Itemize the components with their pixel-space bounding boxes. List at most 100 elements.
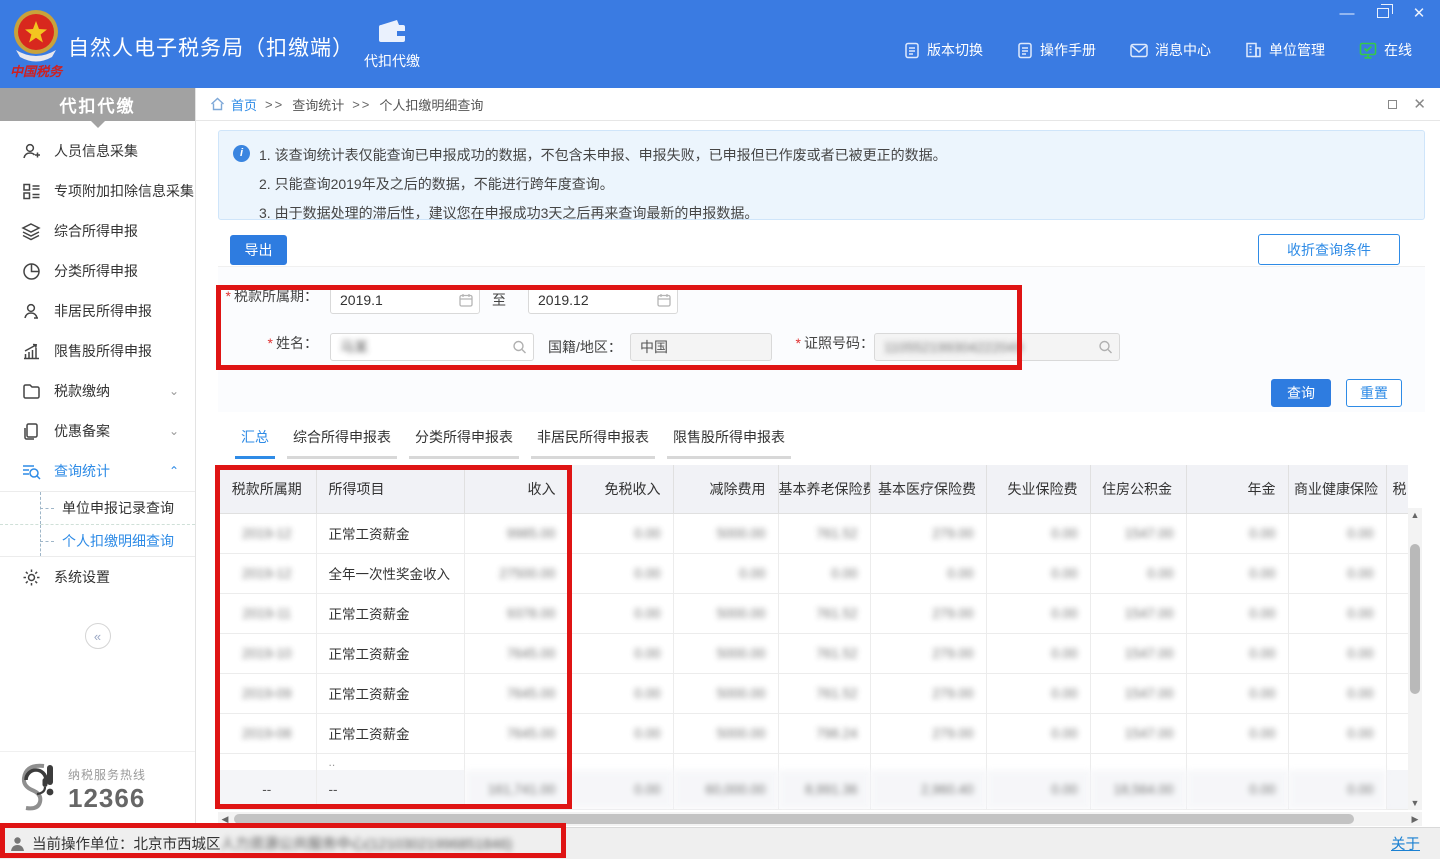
status-bar: 当前操作单位： 北京市西城区 人力资源公共服务中心(12103021996851… bbox=[0, 827, 1440, 859]
tab-comprehensive[interactable]: 综合所得申报表 bbox=[287, 427, 397, 459]
breadcrumb-home[interactable]: 首页 bbox=[231, 95, 257, 114]
table-row[interactable]: 2019-12 全年一次性奖金收入 27500.00 0.00 0.00 0.0… bbox=[218, 553, 1408, 593]
result-tabs: 汇总 综合所得申报表 分类所得申报表 非居民所得申报表 限售股所得申报表 bbox=[235, 427, 791, 459]
scroll-left-arrow[interactable]: ◀ bbox=[218, 812, 232, 826]
cell-value bbox=[673, 753, 778, 770]
query-button[interactable]: 查询 bbox=[1271, 379, 1331, 407]
version-switch-button[interactable]: 版本切换 bbox=[904, 40, 983, 60]
period-from-input[interactable]: 2019.1 bbox=[330, 286, 480, 314]
notice-line: 1. 该查询统计表仅能查询已申报成功的数据，不包含未申报、申报失败，已申报但已作… bbox=[259, 141, 1408, 170]
sidebar-item-personnel-info[interactable]: 人员信息采集 bbox=[0, 131, 195, 171]
sidebar-item-label: 系统设置 bbox=[54, 567, 110, 587]
cell-value: 7645.00 bbox=[464, 713, 568, 753]
cell-item: -- bbox=[316, 770, 464, 809]
maximize-panel-icon[interactable] bbox=[1388, 100, 1397, 109]
scroll-up-arrow[interactable]: ▲ bbox=[1408, 508, 1422, 522]
period-to-input[interactable]: 2019.12 bbox=[528, 286, 678, 314]
sidebar-item-label: 限售股所得申报 bbox=[54, 341, 152, 361]
table-row[interactable]: 2019-09 正常工资薪金 7645.00 0.00 5000.00 761.… bbox=[218, 673, 1408, 713]
hotline-logo-icon bbox=[14, 762, 60, 817]
sidebar-item-preference-filing[interactable]: 优惠备案 ⌄ bbox=[0, 411, 195, 451]
calendar-icon[interactable] bbox=[459, 293, 473, 307]
sidebar-item-query-statistics[interactable]: 查询统计 ⌃ bbox=[0, 451, 195, 491]
tab-nonresident[interactable]: 非居民所得申报表 bbox=[531, 427, 655, 459]
export-button[interactable]: 导出 bbox=[230, 235, 287, 265]
table-row[interactable]: 2019-10 正常工资薪金 7645.00 0.00 5000.00 761.… bbox=[218, 633, 1408, 673]
message-center-button[interactable]: 消息中心 bbox=[1130, 40, 1211, 60]
horizontal-scrollbar[interactable]: ◀ ▶ bbox=[218, 812, 1422, 826]
table-header-row: 税款所属期 所得项目 收入 免税收入 减除费用 基本养老保险费 基本医疗保险费 … bbox=[218, 465, 1408, 513]
window-controls: — ✕ bbox=[1336, 4, 1430, 22]
table-row[interactable]: -- -- 161,741.00 0.00 60,000.00 8,991.36… bbox=[218, 770, 1408, 809]
vertical-scrollbar[interactable]: ▲ ▼ bbox=[1408, 508, 1422, 810]
id-number-input: 110552199304222049 bbox=[874, 333, 1120, 361]
table-row[interactable]: 2019-08 正常工资薪金 7645.00 0.00 5000.00 798.… bbox=[218, 713, 1408, 753]
cell-value: 279.00 bbox=[870, 713, 986, 753]
name-input[interactable]: 马某 bbox=[330, 333, 534, 361]
cell-period: -- bbox=[218, 770, 316, 809]
pie-chart-icon bbox=[20, 260, 42, 282]
unit-management-button[interactable]: 单位管理 bbox=[1245, 40, 1325, 60]
close-panel-icon[interactable]: ✕ bbox=[1413, 95, 1426, 113]
table-row[interactable]: .. bbox=[218, 753, 1408, 770]
cell-value: 7645.00 bbox=[464, 633, 568, 673]
cell-value: 0.00 bbox=[1288, 713, 1386, 753]
cell-item: 全年一次性奖金收入 bbox=[316, 553, 464, 593]
sidebar-item-classified-income[interactable]: 分类所得申报 bbox=[0, 251, 195, 291]
cell-value: 5000.00 bbox=[673, 633, 778, 673]
online-status[interactable]: 在线 bbox=[1359, 40, 1412, 60]
query-statistics-submenu: 单位申报记录查询 个人扣缴明细查询 bbox=[0, 491, 195, 557]
sidebar-item-tax-payment[interactable]: 税款缴纳 ⌄ bbox=[0, 371, 195, 411]
manual-button[interactable]: 操作手册 bbox=[1017, 40, 1096, 60]
breadcrumb-level2: 个人扣缴明细查询 bbox=[379, 95, 483, 114]
nationality-input: 中国 bbox=[630, 333, 772, 361]
sidebar-item-special-deduction[interactable]: 专项附加扣除信息采集 bbox=[0, 171, 195, 211]
close-button[interactable]: ✕ bbox=[1408, 4, 1430, 22]
scroll-down-arrow[interactable]: ▼ bbox=[1408, 796, 1422, 810]
cell-value: 0.00 bbox=[1186, 633, 1288, 673]
sidebar-item-system-settings[interactable]: 系统设置 bbox=[0, 557, 195, 597]
sidebar-item-restricted-stock[interactable]: 限售股所得申报 bbox=[0, 331, 195, 371]
search-icon[interactable] bbox=[512, 340, 527, 355]
cell-value: 761.52 bbox=[778, 593, 870, 633]
wallet-icon bbox=[377, 31, 407, 47]
tab-summary[interactable]: 汇总 bbox=[235, 427, 275, 459]
cell-period: 2019-09 bbox=[218, 673, 316, 713]
notice-box: i 1. 该查询统计表仅能查询已申报成功的数据，不包含未申报、申报失败，已申报但… bbox=[218, 130, 1425, 220]
sidebar-item-comprehensive-income[interactable]: 综合所得申报 bbox=[0, 211, 195, 251]
cell-partial bbox=[1386, 513, 1408, 553]
sidebar-subitem-unit-declaration-query[interactable]: 单位申报记录查询 bbox=[0, 492, 195, 524]
cell-value: 60,000.00 bbox=[673, 770, 778, 809]
gear-icon bbox=[20, 566, 42, 588]
sidebar-collapse-button[interactable]: « bbox=[85, 623, 111, 649]
collapse-conditions-button[interactable]: 收折查询条件 bbox=[1258, 234, 1400, 265]
document-icon bbox=[904, 42, 920, 59]
cell-item: 正常工资薪金 bbox=[316, 593, 464, 633]
vertical-scroll-thumb[interactable] bbox=[1410, 544, 1420, 694]
calendar-icon[interactable] bbox=[657, 293, 671, 307]
cell-value: 279.00 bbox=[870, 673, 986, 713]
reset-button[interactable]: 重置 bbox=[1346, 379, 1402, 407]
cell-period: 2019-11 bbox=[218, 593, 316, 633]
search-icon[interactable] bbox=[1098, 340, 1113, 355]
table-row[interactable]: 2019-11 正常工资薪金 9378.00 0.00 5000.00 761.… bbox=[218, 593, 1408, 633]
tab-classified[interactable]: 分类所得申报表 bbox=[409, 427, 519, 459]
sidebar-subitem-personal-withholding-query[interactable]: 个人扣缴明细查询 bbox=[0, 524, 195, 556]
table-row[interactable]: 2019-12 正常工资薪金 9985.00 0.00 5000.00 761.… bbox=[218, 513, 1408, 553]
scroll-right-arrow[interactable]: ▶ bbox=[1408, 812, 1422, 826]
sidebar-item-nonresident-income[interactable]: 非居民所得申报 bbox=[0, 291, 195, 331]
cell-partial bbox=[1386, 673, 1408, 713]
about-link[interactable]: 关于 bbox=[1391, 833, 1420, 854]
cell-item: 正常工资薪金 bbox=[316, 633, 464, 673]
header-nav-daikoudaijiao[interactable]: 代扣代缴 bbox=[352, 18, 432, 71]
cell-value: 0.00 bbox=[568, 513, 673, 553]
cell-value: 0.00 bbox=[986, 553, 1090, 593]
cell-value: 0.00 bbox=[986, 713, 1090, 753]
horizontal-scroll-thumb[interactable] bbox=[234, 814, 1354, 824]
minimize-button[interactable]: — bbox=[1336, 4, 1358, 22]
id-number-label: 证照号码： bbox=[796, 333, 874, 353]
restore-button[interactable] bbox=[1372, 4, 1394, 22]
document-icon bbox=[1017, 42, 1033, 59]
layers-icon bbox=[20, 220, 42, 242]
tab-restricted-stock[interactable]: 限售股所得申报表 bbox=[667, 427, 791, 459]
